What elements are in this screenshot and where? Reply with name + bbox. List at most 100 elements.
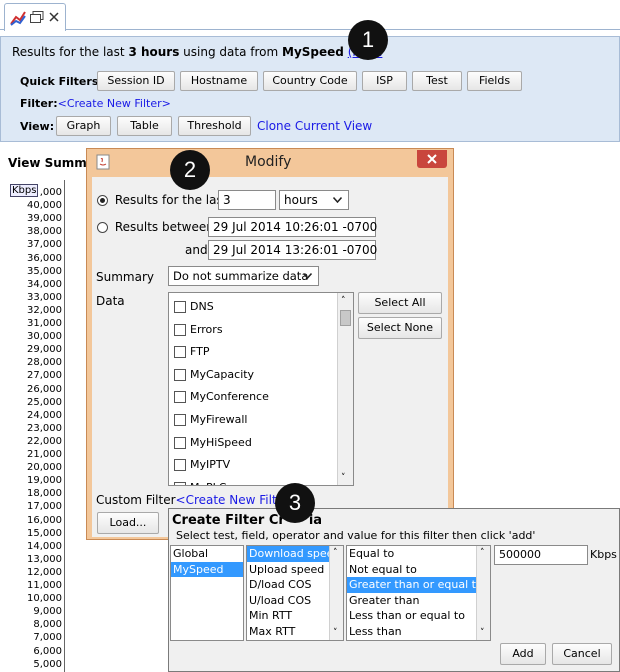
view-label: View: [20, 120, 55, 133]
operator-list[interactable]: Equal to Not equal to Greater than or equa… [346, 545, 491, 641]
quick-filter-hostname[interactable]: Hostname [180, 71, 258, 91]
operator-list-item[interactable]: Less than or equal to [347, 608, 490, 624]
data-list-item-label: MyPLC [190, 481, 226, 485]
y-axis-tick-label: 6,000 [33, 645, 62, 657]
scroll-thumb[interactable] [340, 310, 351, 326]
view-table-button[interactable]: Table [117, 116, 172, 136]
data-list-item-label: MyIPTV [190, 458, 231, 472]
checkbox[interactable] [174, 301, 186, 313]
field-list-scrollbar[interactable]: ˄ ˅ [329, 546, 343, 640]
data-list-item[interactable]: MyPLC [169, 477, 353, 485]
y-axis-tick-label: 21,000 [27, 449, 62, 460]
operator-list-item[interactable]: Less than [347, 624, 490, 640]
java-icon [96, 154, 110, 170]
data-list[interactable]: DNS Errors FTP MyCapacity MyConference MyFire… [168, 292, 354, 486]
view-tab[interactable] [4, 3, 66, 31]
y-axis-tick-label: 37,000 [27, 239, 62, 251]
checkbox[interactable] [174, 368, 186, 381]
callout-3: 3 [275, 483, 315, 523]
checkbox[interactable] [174, 481, 186, 485]
data-list-item[interactable]: Errors [169, 319, 353, 342]
scroll-up-arrow[interactable]: ˄ [341, 296, 346, 306]
view-threshold-button[interactable]: Threshold [178, 116, 251, 136]
cancel-button[interactable]: Cancel [552, 643, 612, 665]
y-axis-tick-label: 23,000 [27, 422, 62, 434]
filter-row: Filter:<Create New Filter> [20, 97, 171, 110]
quick-filter-fields[interactable]: Fields [467, 71, 522, 91]
to-date-input[interactable]: 29 Jul 2014 13:26:01 -0700 [208, 240, 377, 260]
data-list-item-label: FTP [190, 345, 210, 359]
clone-current-view-link[interactable]: Clone Current View [257, 119, 372, 133]
last-value-input[interactable]: 3 [218, 190, 276, 210]
y-axis-tick-label: 14,000 [27, 540, 62, 552]
y-axis-tick-label: 39,000 [27, 213, 62, 225]
test-list-item[interactable]: MySpeed [171, 561, 243, 577]
operator-list-item[interactable]: Greater than [347, 593, 490, 609]
data-list-item[interactable]: MyConference [169, 386, 353, 409]
data-items: DNS Errors FTP MyCapacity MyConference MyFire… [169, 293, 353, 485]
y-axis-tick-label: 16,000 [27, 514, 62, 526]
y-axis-line [64, 180, 65, 672]
field-list[interactable]: Download speed Upload speed D/load COS U/lo… [246, 545, 344, 641]
y-axis-tick-label: 36,000 [27, 252, 62, 264]
results-between-radio[interactable] [97, 222, 108, 233]
create-new-filter-link[interactable]: <Create New Filter> [58, 97, 171, 110]
y-axis-tick-label: 24,000 [27, 409, 62, 421]
modify-dialog-title: Modify [245, 154, 292, 170]
operator-list-item[interactable]: Equal to [347, 546, 490, 562]
scroll-down-arrow[interactable]: ˅ [341, 473, 346, 483]
quick-filter-session-id[interactable]: Session ID [97, 71, 175, 91]
results-last-radio[interactable] [97, 195, 108, 206]
chart-icon [10, 11, 26, 26]
data-list-item[interactable]: FTP [169, 341, 353, 364]
results-between-option[interactable]: Results between [97, 220, 214, 234]
checkbox[interactable] [174, 459, 186, 472]
quick-filter-country-code[interactable]: Country Code [263, 71, 357, 91]
unit-select[interactable]: hours [279, 190, 349, 210]
close-x-icon[interactable] [49, 12, 59, 22]
create-new-filter-link[interactable]: <Create New Filter [176, 493, 289, 507]
y-axis-tick-label: 25,000 [27, 396, 62, 408]
data-list-item[interactable]: DNS [169, 296, 353, 319]
y-axis-tick-label: 20,000 [27, 462, 62, 474]
data-list-item[interactable]: MyFirewall [169, 409, 353, 432]
y-axis-tick-label: 9,000 [33, 606, 62, 618]
y-axis-tick-label: 33,000 [27, 291, 62, 303]
test-list[interactable]: Global MySpeed [170, 545, 244, 641]
select-none-button[interactable]: Select None [358, 317, 442, 339]
data-list-item[interactable]: MyHiSpeed [169, 432, 353, 455]
add-button[interactable]: Add [500, 643, 546, 665]
checkbox[interactable] [174, 391, 186, 404]
view-graph-button[interactable]: Graph [56, 116, 111, 136]
quick-filter-test[interactable]: Test [412, 71, 462, 91]
results-summary: Results for the last 3 hours using data … [12, 45, 382, 59]
checkbox[interactable] [174, 346, 186, 359]
y-axis-tick-label: 8,000 [33, 619, 62, 631]
data-list-item[interactable]: MyIPTV [169, 454, 353, 477]
tab-strip [0, 0, 620, 30]
operator-list-item[interactable]: Greater than or equal to [347, 577, 490, 593]
quick-filter-isp[interactable]: ISP [362, 71, 407, 91]
data-list-item[interactable]: MyCapacity [169, 364, 353, 387]
data-list-item-label: Errors [190, 322, 223, 336]
y-axis-tick-label: 30,000 [27, 331, 62, 343]
window-icon[interactable] [30, 11, 44, 23]
summary-select[interactable]: Do not summarize data [168, 266, 319, 286]
select-all-button[interactable]: Select All [358, 292, 442, 314]
operator-list-scrollbar[interactable]: ˄ ˅ [476, 546, 490, 640]
filter-value-input[interactable]: 500000 [494, 545, 588, 565]
checkbox[interactable] [174, 413, 186, 426]
and-label: and [185, 243, 208, 257]
data-label: Data [96, 294, 125, 308]
from-date-input[interactable]: 29 Jul 2014 10:26:01 -0700 [208, 217, 377, 237]
custom-filter-row: Custom Filter<Create New Filter [96, 493, 289, 507]
checkbox[interactable] [174, 436, 186, 449]
data-list-scrollbar[interactable]: ˄ ˅ [337, 293, 353, 485]
load-button[interactable]: Load... [97, 512, 159, 534]
close-icon[interactable] [417, 150, 447, 168]
checkbox[interactable] [174, 323, 186, 336]
test-list-item[interactable]: Global [171, 546, 243, 562]
summary-label: Summary [96, 270, 154, 284]
operator-list-item[interactable]: Not equal to [347, 562, 490, 578]
results-last-option[interactable]: Results for the last [97, 193, 227, 207]
